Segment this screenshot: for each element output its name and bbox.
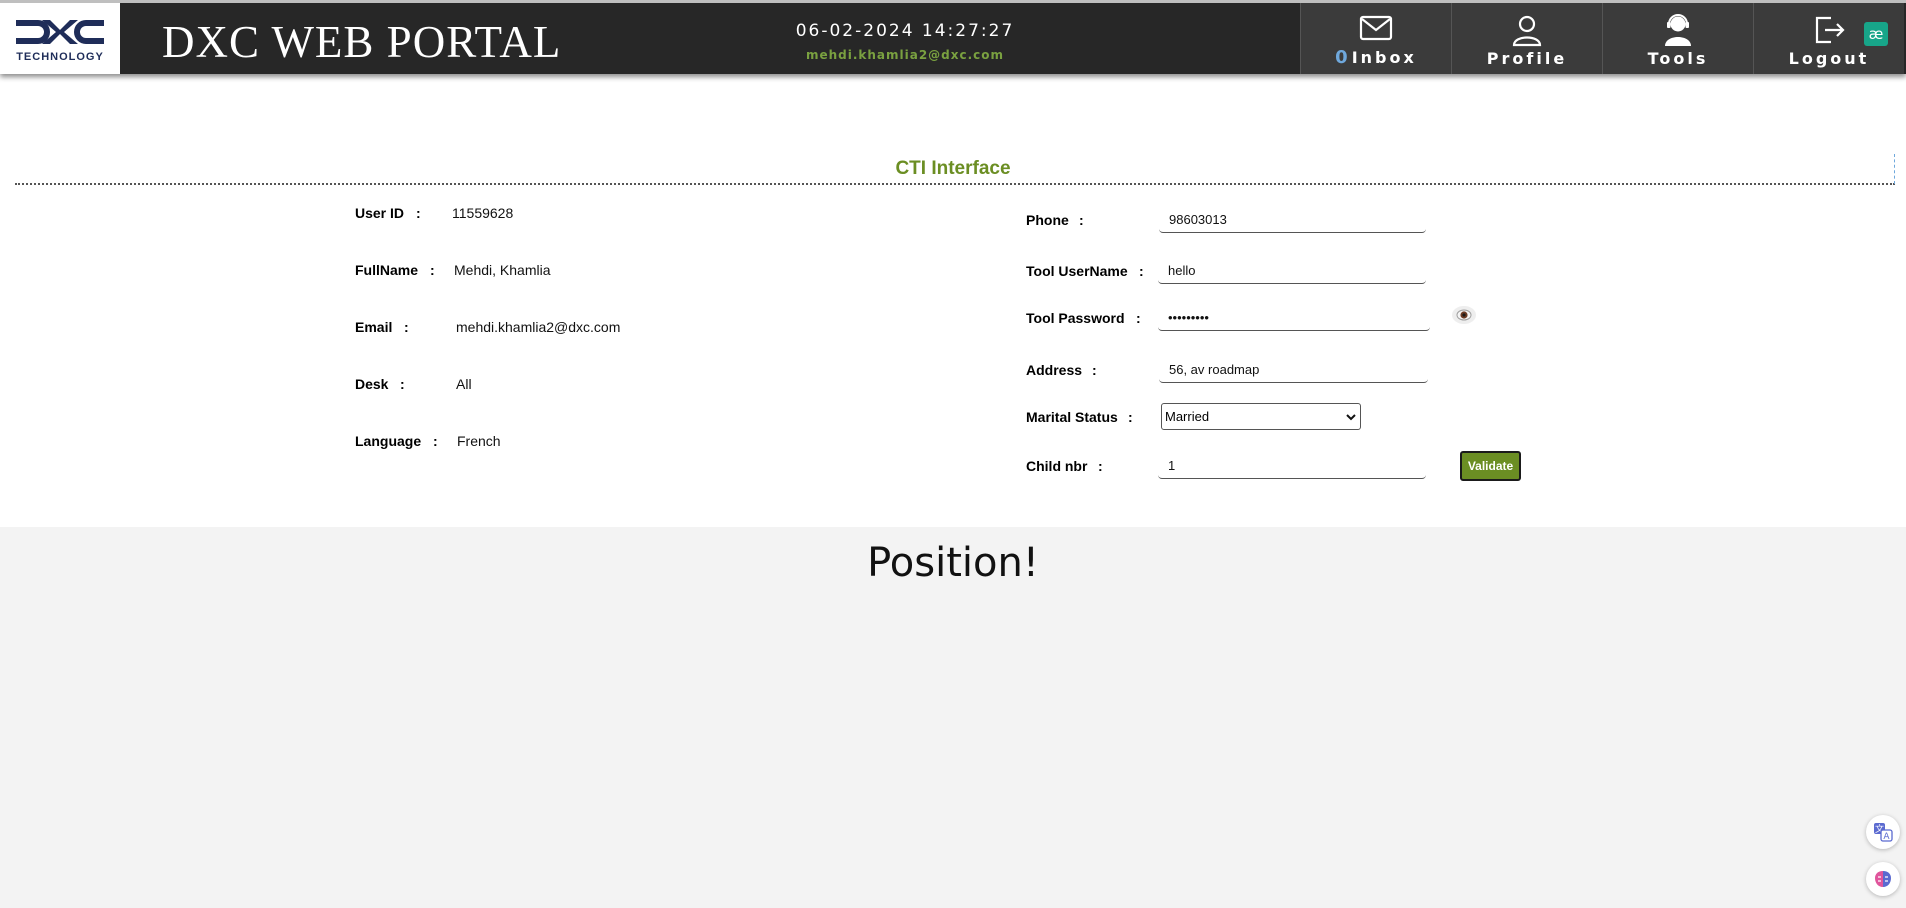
position-heading: Position! xyxy=(867,540,1039,586)
desk-colon: : xyxy=(400,376,405,392)
inbox-count-badge: 0 xyxy=(1335,47,1348,68)
email-value: mehdi.khamlia2@dxc.com xyxy=(456,319,621,335)
phone-label: Phone xyxy=(1026,212,1069,228)
user-id-label: User ID xyxy=(355,205,405,221)
phone-colon: : xyxy=(1079,212,1084,228)
nav-profile-label: Profile xyxy=(1486,49,1568,68)
child-nbr-colon: : xyxy=(1098,458,1103,474)
user-id-colon: : xyxy=(416,205,421,221)
desk-label: Desk xyxy=(355,376,389,392)
tool-username-label: Tool UserName xyxy=(1026,263,1128,279)
nav-tools-label: Tools xyxy=(1647,49,1709,68)
tool-password-colon: : xyxy=(1136,310,1141,326)
address-label: Address xyxy=(1026,362,1083,378)
portal-title: DXC WEB PORTAL xyxy=(162,17,562,67)
user-id-value: 11559628 xyxy=(452,205,514,221)
marital-status-value: Married xyxy=(1165,409,1210,424)
browser-extension-icon[interactable]: æ xyxy=(1864,22,1888,46)
marital-status-label: Marital Status xyxy=(1026,409,1118,425)
child-nbr-input[interactable] xyxy=(1158,453,1426,479)
section-title: CTI Interface xyxy=(895,158,1011,179)
dxc-logo-mark-icon xyxy=(16,20,104,44)
envelope-icon xyxy=(1359,15,1393,41)
eye-icon xyxy=(1456,309,1472,321)
header-nav: 0 Inbox Profile Tools Logout xyxy=(1300,3,1904,74)
nav-tools-button[interactable]: Tools xyxy=(1602,3,1753,74)
translate-icon: 文 A xyxy=(1874,823,1893,842)
phone-input[interactable] xyxy=(1159,207,1426,233)
nav-logout-label: Logout xyxy=(1788,49,1870,68)
address-colon: : xyxy=(1092,362,1097,378)
inbox-label-text: Inbox xyxy=(1351,48,1417,67)
support-agent-icon xyxy=(1665,14,1691,46)
svg-text:A: A xyxy=(1883,832,1890,842)
nav-inbox-button[interactable]: 0 Inbox xyxy=(1300,3,1451,74)
language-value: French xyxy=(457,433,501,449)
top-header: TECHNOLOGY DXC WEB PORTAL 06-02-2024 14:… xyxy=(0,0,1906,74)
tool-password-label: Tool Password xyxy=(1026,310,1125,326)
user-icon xyxy=(1512,15,1542,47)
tool-username-colon: : xyxy=(1139,263,1144,279)
chevron-down-icon xyxy=(1346,413,1356,420)
section-divider xyxy=(15,183,1895,185)
nav-profile-button[interactable]: Profile xyxy=(1451,3,1602,74)
ai-assistant-widget-button[interactable] xyxy=(1866,862,1900,896)
logo-caption: TECHNOLOGY xyxy=(16,51,104,63)
fullname-value: Mehdi, Khamlia xyxy=(454,262,551,278)
desk-value: All xyxy=(456,376,472,392)
show-password-button[interactable] xyxy=(1452,306,1476,324)
language-label: Language xyxy=(355,433,422,449)
tool-username-input[interactable] xyxy=(1158,258,1426,284)
marital-status-colon: : xyxy=(1128,409,1133,425)
marital-status-select[interactable]: Married xyxy=(1161,403,1361,430)
section-divider-edge xyxy=(1894,154,1895,184)
email-colon: : xyxy=(404,319,409,335)
tool-password-input[interactable] xyxy=(1158,305,1430,331)
language-colon: : xyxy=(433,433,438,449)
logout-icon xyxy=(1815,16,1845,44)
current-datetime: 06-02-2024 14:27:27 xyxy=(795,21,1015,41)
dxc-logo[interactable]: TECHNOLOGY xyxy=(0,3,120,74)
email-label: Email xyxy=(355,319,393,335)
translate-widget-button[interactable]: 文 A xyxy=(1866,815,1900,849)
address-input[interactable] xyxy=(1159,357,1428,383)
validate-button[interactable]: Validate xyxy=(1460,451,1521,481)
fullname-label: FullName xyxy=(355,262,419,278)
nav-inbox-label: 0 Inbox xyxy=(1335,47,1417,68)
brain-icon xyxy=(1875,871,1891,887)
header-user-email: mehdi.khamlia2@dxc.com xyxy=(805,48,1005,62)
fullname-colon: : xyxy=(430,262,435,278)
child-nbr-label: Child nbr xyxy=(1026,458,1088,474)
